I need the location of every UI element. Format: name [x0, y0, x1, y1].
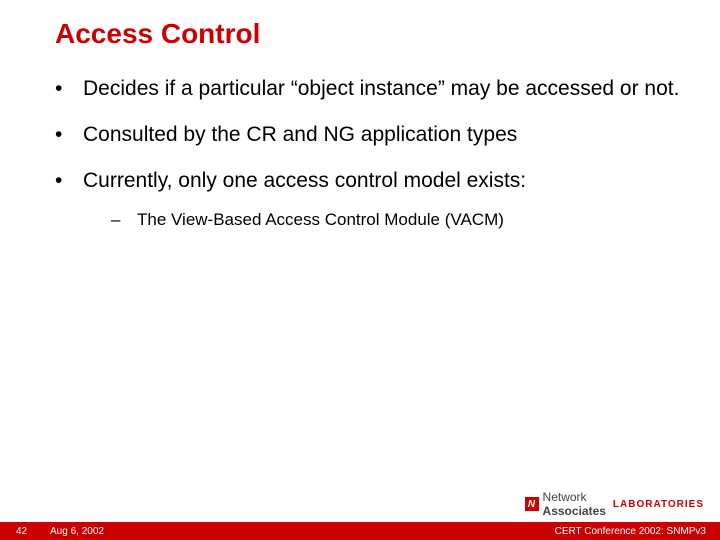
sub-bullet-item: – The View-Based Access Control Module (…	[111, 209, 680, 231]
bullet-text: Decides if a particular “object instance…	[83, 75, 679, 103]
bullet-item: • Decides if a particular “object instan…	[55, 75, 680, 103]
bullet-marker: •	[55, 167, 83, 195]
bullet-text: Consulted by the CR and NG application t…	[83, 121, 517, 149]
logo-mark-icon: N	[525, 497, 539, 511]
footer-bar: 42 Aug 6, 2002 CERT Conference 2002: SNM…	[0, 522, 720, 540]
bullet-marker: •	[55, 75, 83, 103]
logo-labs: LABORATORIES	[613, 499, 704, 510]
slide-content: • Decides if a particular “object instan…	[55, 75, 680, 249]
bullet-marker: •	[55, 121, 83, 149]
logo-brand-light: Network	[543, 490, 587, 504]
logo-brand-bold: Associates	[543, 504, 606, 518]
page-number: 42	[16, 526, 27, 537]
footer-conference: CERT Conference 2002: SNMPv3	[555, 526, 706, 537]
bullet-text: Currently, only one access control model…	[83, 169, 526, 192]
bullet-item: • Consulted by the CR and NG application…	[55, 121, 680, 149]
footer-date: Aug 6, 2002	[50, 526, 104, 537]
bullet-item: • Currently, only one access control mod…	[55, 167, 680, 231]
sub-bullet-text: The View-Based Access Control Module (VA…	[137, 209, 504, 231]
sub-bullet-marker: –	[111, 209, 137, 231]
brand-logo: N Network Associates LABORATORIES	[525, 490, 704, 518]
slide-title: Access Control	[55, 18, 260, 50]
slide: Access Control • Decides if a particular…	[0, 0, 720, 540]
bullet-text-with-sub: Currently, only one access control model…	[83, 167, 680, 231]
logo-text: Network Associates	[543, 490, 606, 518]
